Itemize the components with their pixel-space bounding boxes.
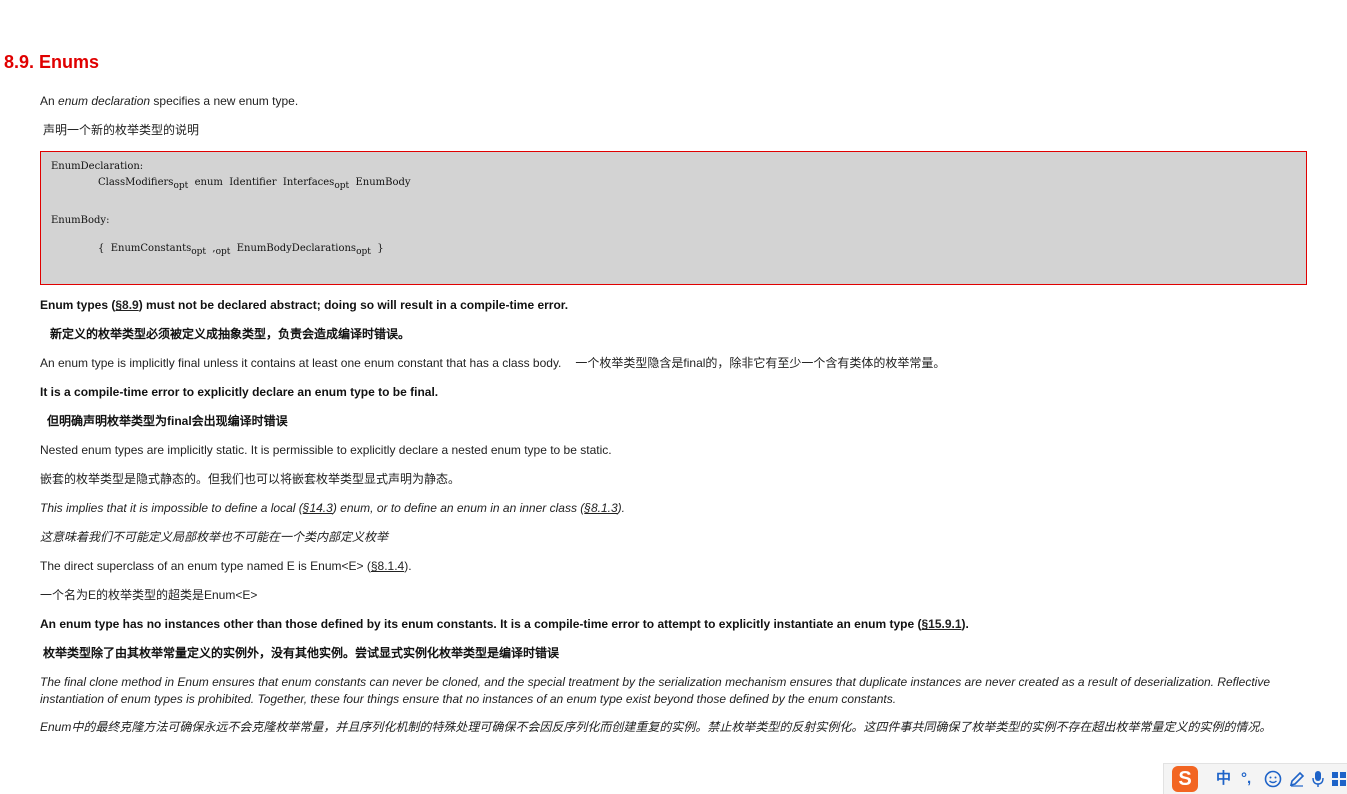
section-number: 8.9. bbox=[4, 52, 35, 72]
paragraph-final-error: It is a compile-time error to explicitly… bbox=[40, 385, 439, 399]
paragraph-nested-static: Nested enum types are implicitly static.… bbox=[40, 443, 612, 457]
pen-icon[interactable] bbox=[1288, 770, 1306, 793]
grammar-label-enum-declaration: EnumDeclaration: bbox=[51, 161, 144, 172]
grammar-label-enum-body: EnumBody: bbox=[51, 215, 110, 226]
paragraph-final-clone-cn: Enum中的最终克隆方法可确保永远不会克隆枚举常量，并且序列化机制的特殊处理可确… bbox=[40, 720, 1272, 734]
paragraph-local-enum: This implies that it is impossible to de… bbox=[40, 501, 625, 515]
link-section-14-3[interactable]: §14.3 bbox=[303, 501, 333, 515]
paragraph-enum-declaration-cn: 声明一个新的枚举类型的说明 bbox=[43, 123, 200, 137]
paragraph-implicitly-final-cn: 一个枚举类型隐含是final的，除非它有至少一个含有类体的枚举常量。 bbox=[575, 356, 946, 370]
paragraph-superclass-cn: 一个名为E的枚举类型的超类是Enum<E> bbox=[40, 588, 258, 602]
link-section-8-9[interactable]: §8.9 bbox=[115, 298, 138, 312]
ime-language-toggle[interactable]: 中 bbox=[1216, 770, 1231, 788]
paragraph-superclass: The direct superclass of an enum type na… bbox=[40, 559, 412, 573]
microphone-icon[interactable] bbox=[1311, 770, 1325, 793]
grid-icon[interactable] bbox=[1331, 770, 1347, 793]
paragraph-not-abstract-cn: 新定义的枚举类型必须被定义成抽象类型，负责会造成编译时错误。 bbox=[50, 327, 411, 341]
sogou-logo-icon[interactable]: S bbox=[1172, 766, 1198, 792]
paragraph-nested-static-cn: 嵌套的枚举类型是隐式静态的。但我们也可以将嵌套枚举类型显式声明为静态。 bbox=[40, 472, 461, 486]
link-section-8-1-4[interactable]: §8.1.4 bbox=[371, 559, 404, 573]
link-section-15-9-1[interactable]: §15.9.1 bbox=[922, 617, 962, 631]
paragraph-local-enum-cn: 这意味着我们不可能定义局部枚举也不可能在一个类内部定义枚举 bbox=[40, 530, 389, 544]
link-section-8-1-3[interactable]: §8.1.3 bbox=[584, 501, 617, 515]
term-enum-declaration: enum declaration bbox=[58, 94, 151, 108]
paragraph-final-error-cn: 但明确声明枚举类型为final会出现编译时错误 bbox=[47, 414, 288, 428]
section-title: Enums bbox=[39, 52, 100, 72]
grammar-rule-enum-declaration: ClassModifiersopt enum Identifier Interf… bbox=[98, 177, 411, 191]
ime-toolbar[interactable]: S 中 °, bbox=[1163, 763, 1347, 794]
paragraph-not-abstract: Enum types (§8.9) must not be declared a… bbox=[40, 298, 569, 312]
paragraph-enum-declaration: An enum declaration specifies a new enum… bbox=[40, 94, 299, 108]
smiley-icon[interactable] bbox=[1264, 770, 1282, 793]
grammar-rule-enum-body: { EnumConstantsopt ,opt EnumBodyDeclarat… bbox=[98, 243, 384, 257]
paragraph-final-clone: The final clone method in Enum ensures t… bbox=[40, 675, 1271, 706]
paragraph-implicitly-final: An enum type is implicitly final unless … bbox=[40, 356, 946, 370]
paragraph-no-instances: An enum type has no instances other than… bbox=[40, 617, 969, 631]
grammar-box: EnumDeclaration: ClassModifiersopt enum … bbox=[40, 151, 1307, 285]
section-heading: 8.9. Enums bbox=[4, 52, 99, 73]
ime-punctuation-toggle[interactable]: °, bbox=[1241, 770, 1251, 788]
paragraph-no-instances-cn: 枚举类型除了由其枚举常量定义的实例外，没有其他实例。尝试显式实例化枚举类型是编译… bbox=[43, 646, 560, 660]
